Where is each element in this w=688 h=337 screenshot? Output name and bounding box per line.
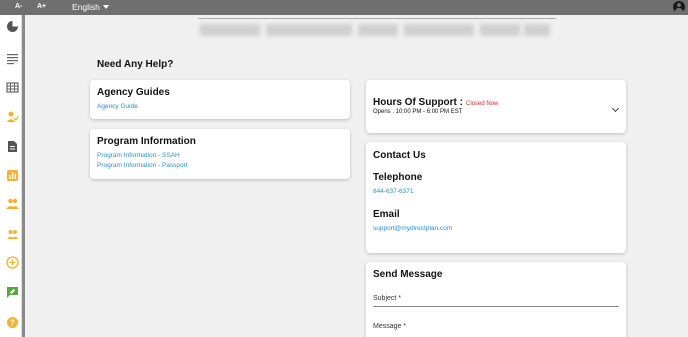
agency-guides-card: Agency Guides Agency Guide: [90, 80, 350, 119]
send-message-title: Send Message: [373, 269, 443, 280]
document-icon[interactable]: [6, 140, 19, 153]
language-select[interactable]: English: [72, 2, 100, 12]
hours-of-support-card[interactable]: Hours Of Support : Closed Now Opens . 10:…: [366, 80, 626, 133]
decrease-font-button[interactable]: A-: [15, 3, 22, 10]
email-label: Email: [373, 209, 400, 220]
svg-text:?: ?: [10, 319, 15, 328]
sidebar-scrollbar[interactable]: [22, 15, 25, 337]
calendar-grid-icon[interactable]: [6, 81, 19, 94]
feedback-icon[interactable]: [6, 286, 19, 299]
email-link[interactable]: support@mydirectplan.com: [373, 225, 452, 232]
list-icon[interactable]: [6, 52, 19, 65]
subject-field-label: Subject *: [373, 295, 402, 302]
increase-font-button[interactable]: A+: [37, 3, 46, 10]
page-title: Need Any Help?: [97, 59, 174, 70]
contact-card: Contact Us Telephone 844-637-6371 Email …: [366, 142, 626, 253]
telephone-label: Telephone: [373, 172, 423, 183]
dashboard-pie-icon[interactable]: [6, 20, 19, 33]
add-circle-icon[interactable]: [6, 256, 19, 269]
contact-title: Contact Us: [373, 150, 426, 161]
chevron-down-icon[interactable]: [103, 5, 109, 9]
group-icon[interactable]: [6, 227, 19, 240]
program-info-ssah-link[interactable]: Program Information - SSAH: [97, 152, 180, 159]
telephone-link[interactable]: 844-637-6371: [373, 188, 413, 195]
closed-status: Closed Now: [466, 101, 499, 107]
hours-title: Hours Of Support : Closed Now: [373, 97, 499, 108]
people-icon[interactable]: [6, 197, 19, 210]
subject-input[interactable]: [373, 306, 619, 307]
program-info-passport-link[interactable]: Program Information - Passport: [97, 162, 188, 169]
program-info-card: Program Information Program Information …: [90, 129, 350, 179]
agency-guides-title: Agency Guides: [97, 87, 170, 98]
bar-chart-icon[interactable]: [6, 169, 19, 182]
blurred-page-title: [198, 18, 556, 38]
chevron-down-icon[interactable]: [611, 104, 620, 113]
agency-guide-link[interactable]: Agency Guide: [97, 103, 138, 110]
sidebar: ?: [0, 15, 22, 337]
opening-hours: Opens . 10:00 PM - 6:00 PM EST: [373, 109, 463, 115]
help-icon[interactable]: ?: [6, 316, 19, 329]
account-icon[interactable]: [673, 1, 685, 13]
send-message-card: Send Message Subject * Message *: [366, 262, 626, 337]
message-field-label: Message *: [373, 323, 407, 330]
program-info-title: Program Information: [97, 136, 196, 147]
top-bar: A- A+ English: [0, 0, 688, 15]
person-check-icon[interactable]: [6, 110, 19, 123]
